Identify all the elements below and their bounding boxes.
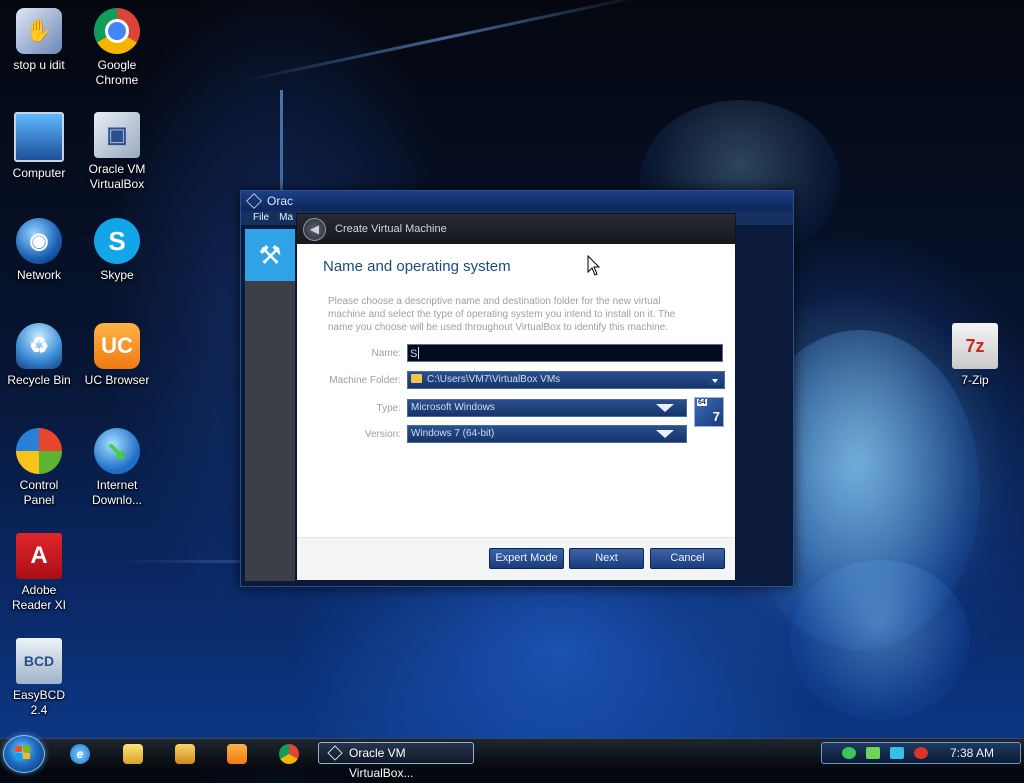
manager-sidebar: ⚒ <box>245 229 295 581</box>
desktop-icon-skype[interactable]: S Skype <box>78 218 156 283</box>
file-explorer-icon[interactable] <box>123 744 143 764</box>
desktop-icon-network[interactable]: ◉ Network <box>0 218 78 283</box>
internet-download-manager-icon: ➘ <box>94 428 140 474</box>
desktop-icon-internet-download-manager[interactable]: ➘ Internet Downlo... <box>78 428 156 508</box>
virtualbox-icon: ▣ <box>94 112 140 158</box>
text-caret <box>418 347 420 359</box>
desktop-icon-control-panel[interactable]: Control Panel <box>0 428 78 508</box>
desktop-icon-adobe-reader[interactable]: A Adobe Reader XI <box>0 533 78 613</box>
desktop-icon-google-chrome[interactable]: Google Chrome <box>78 8 156 88</box>
tray-network-icon[interactable] <box>842 747 856 759</box>
adobe-reader-icon: A <box>16 533 62 579</box>
next-button[interactable]: Next <box>569 548 644 569</box>
system-tray: 7:38 AM <box>821 742 1021 764</box>
mouse-cursor-icon <box>587 255 601 276</box>
desktop-icon-uc-browser[interactable]: UC UC Browser <box>78 323 156 388</box>
taskbar: e Oracle VM VirtualBox... 7:38 AM <box>0 735 1024 780</box>
arrow-left-icon: ◀ <box>309 222 320 236</box>
type-select[interactable]: Microsoft Windows <box>407 399 687 417</box>
dialog-body: Name and operating system Please choose … <box>297 244 735 538</box>
cancel-button[interactable]: Cancel <box>650 548 725 569</box>
type-label: Type: <box>376 403 401 414</box>
folder-icon <box>411 374 422 383</box>
dialog-header: ◀ Create Virtual Machine <box>297 214 735 244</box>
tray-idm-icon[interactable] <box>866 747 880 759</box>
version-label: Version: <box>364 429 401 440</box>
chevron-down-icon[interactable] <box>709 375 721 385</box>
back-button[interactable]: ◀ <box>303 218 326 241</box>
page-description: Please choose a descriptive name and des… <box>328 296 676 333</box>
desktop-icon-virtualbox[interactable]: ▣ Oracle VM VirtualBox <box>78 112 156 192</box>
desktop-icon-7-zip[interactable]: 7z 7-Zip <box>936 323 1014 388</box>
menu-machine[interactable]: Ma <box>279 212 293 223</box>
name-label: Name: <box>371 348 401 359</box>
computer-icon <box>14 112 64 162</box>
folder-icon: 7z <box>952 323 998 369</box>
os-type-icon: 64 7 <box>694 397 724 427</box>
chevron-down-icon[interactable] <box>656 430 674 438</box>
desktop-icon-easybcd[interactable]: BCD EasyBCD 2.4 <box>0 638 78 718</box>
manager-title-bar[interactable]: Orac <box>241 191 793 211</box>
expert-mode-button[interactable]: Expert Mode <box>489 548 564 569</box>
desktop-icon-recycle-bin[interactable]: ♻ Recycle Bin <box>0 323 78 388</box>
version-select[interactable]: Windows 7 (64-bit) <box>407 425 687 443</box>
menu-file[interactable]: File <box>253 212 269 223</box>
machine-folder-label: Machine Folder: <box>329 375 401 386</box>
virtualbox-icon <box>327 745 343 761</box>
media-player-icon[interactable] <box>175 744 195 764</box>
control-panel-icon <box>16 428 62 474</box>
tools-icon: ⚒ <box>258 239 282 270</box>
wallpaper-streak <box>240 0 652 83</box>
uc-browser-icon[interactable] <box>227 744 247 764</box>
virtualbox-icon <box>246 193 262 209</box>
page-title: Name and operating system <box>323 258 511 275</box>
dialog-footer: Expert Mode Next Cancel <box>297 537 735 580</box>
windows-logo-icon <box>15 746 31 761</box>
desktop-icon-stop-u-idit[interactable]: ✋ stop u idit <box>0 8 78 73</box>
recycle-bin-icon: ♻ <box>16 323 62 369</box>
start-button[interactable] <box>3 735 45 773</box>
skype-icon: S <box>94 218 140 264</box>
chrome-icon[interactable] <box>279 744 299 764</box>
chevron-down-icon[interactable] <box>656 404 674 412</box>
taskbar-clock[interactable]: 7:38 AM <box>950 743 994 763</box>
create-vm-dialog: ◀ Create Virtual Machine Name and operat… <box>296 213 736 581</box>
dialog-header-title: Create Virtual Machine <box>335 223 447 235</box>
name-input[interactable]: S <box>407 344 723 362</box>
uc-browser-icon: UC <box>94 323 140 369</box>
tray-volume-icon[interactable] <box>914 747 928 759</box>
machine-folder-select[interactable]: C:\Users\VM7\VirtualBox VMs <box>407 371 725 389</box>
wallpaper-pony <box>790 560 970 720</box>
tools-button[interactable]: ⚒ <box>245 229 295 281</box>
taskbar-item-virtualbox[interactable]: Oracle VM VirtualBox... <box>318 742 474 780</box>
chrome-icon <box>94 8 140 54</box>
easybcd-icon: BCD <box>16 638 62 684</box>
shortcut-icon: ✋ <box>16 8 62 54</box>
internet-explorer-icon[interactable]: e <box>70 744 90 764</box>
desktop-icon-computer[interactable]: Computer <box>0 112 78 181</box>
tray-display-icon[interactable] <box>890 747 904 759</box>
network-icon: ◉ <box>16 218 62 264</box>
